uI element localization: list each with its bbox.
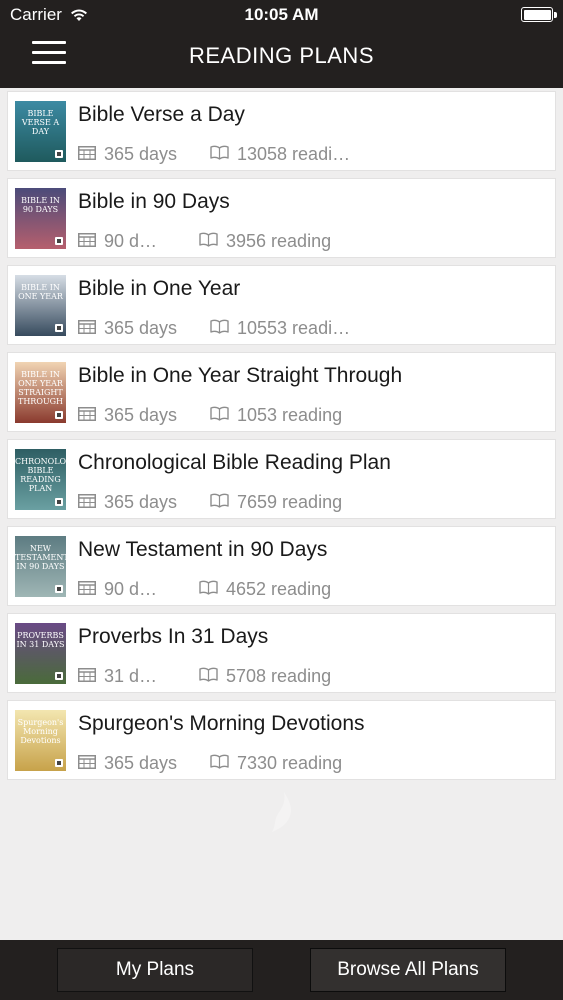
calendar-icon bbox=[78, 144, 96, 165]
plan-readers: 7659 reading bbox=[210, 492, 342, 513]
plan-days: 365 days bbox=[104, 753, 178, 773]
calendar-icon bbox=[78, 753, 96, 774]
plan-readers: 1053 reading bbox=[210, 405, 342, 426]
plan-duration: 90 d… bbox=[78, 579, 157, 600]
plan-thumbnail: Spurgeon's Morning Devotions bbox=[15, 710, 66, 771]
plan-days: 90 d… bbox=[104, 231, 158, 251]
plan-title: Proverbs In 31 Days bbox=[78, 625, 269, 648]
plan-reading-count: 10553 readi… bbox=[237, 318, 351, 338]
plan-days: 365 days bbox=[104, 318, 178, 338]
plan-card[interactable]: BIBLE IN ONE YEAR Bible in One Year 365 … bbox=[7, 265, 556, 345]
plan-reading-count: 4652 reading bbox=[226, 579, 332, 599]
plan-title: Bible in 90 Days bbox=[78, 190, 230, 213]
plan-thumbnail: BIBLE IN ONE YEAR bbox=[15, 275, 66, 336]
top-bar: Carrier 10:05 AM READING PLANS bbox=[0, 0, 563, 88]
tab-my-plans-label: My Plans bbox=[115, 959, 195, 980]
plan-title: Chronological Bible Reading Plan bbox=[78, 451, 391, 474]
plan-days: 90 d… bbox=[104, 579, 158, 599]
plan-thumbnail: NEW TESTAMENT IN 90 DAYS bbox=[15, 536, 66, 597]
tab-browse-all-plans-label: Browse All Plans bbox=[337, 959, 479, 980]
book-icon bbox=[210, 144, 229, 165]
plan-duration: 90 d… bbox=[78, 231, 157, 252]
book-icon bbox=[199, 231, 218, 252]
plan-readers: 4652 reading bbox=[199, 579, 331, 600]
plan-duration: 365 days bbox=[78, 753, 177, 774]
plan-days: 31 d… bbox=[104, 666, 158, 686]
book-icon bbox=[210, 318, 229, 339]
plan-duration: 365 days bbox=[78, 318, 177, 339]
calendar-icon bbox=[78, 492, 96, 513]
page-title: READING PLANS bbox=[189, 43, 374, 68]
calendar-icon bbox=[78, 666, 96, 687]
bottom-tab-bar: My Plans Browse All Plans bbox=[0, 940, 563, 1000]
calendar-icon bbox=[78, 318, 96, 339]
plan-title: New Testament in 90 Days bbox=[78, 538, 328, 561]
plan-reading-count: 13058 readi… bbox=[237, 144, 351, 164]
calendar-icon bbox=[78, 231, 96, 252]
plan-readers: 3956 reading bbox=[199, 231, 331, 252]
plan-title: Bible in One Year bbox=[78, 277, 241, 300]
plan-days: 365 days bbox=[104, 405, 178, 425]
plan-days: 365 days bbox=[104, 492, 178, 512]
plan-duration: 365 days bbox=[78, 405, 177, 426]
plan-duration: 365 days bbox=[78, 492, 177, 513]
plan-reading-count: 1053 reading bbox=[237, 405, 343, 425]
plan-card[interactable]: NEW TESTAMENT IN 90 DAYS New Testament i… bbox=[7, 526, 556, 606]
plan-title: Bible Verse a Day bbox=[78, 103, 245, 126]
tab-browse-all-plans[interactable]: Browse All Plans bbox=[310, 948, 506, 992]
plan-card[interactable]: CHRONOLOGICAL BIBLE READING PLAN Chronol… bbox=[7, 439, 556, 519]
plan-reading-count: 3956 reading bbox=[226, 231, 332, 251]
plan-thumbnail: CHRONOLOGICAL BIBLE READING PLAN bbox=[15, 449, 66, 510]
battery-icon bbox=[521, 7, 557, 22]
plan-thumbnail: PROVERBS IN 31 DAYS bbox=[15, 623, 66, 684]
plan-card[interactable]: BIBLE IN 90 DAYS Bible in 90 Days 90 d… … bbox=[7, 178, 556, 258]
plan-card[interactable]: PROVERBS IN 31 DAYS Proverbs In 31 Days … bbox=[7, 613, 556, 693]
book-icon bbox=[199, 579, 218, 600]
status-bar: Carrier 10:05 AM bbox=[0, 0, 563, 30]
plan-card[interactable]: Spurgeon's Morning Devotions Spurgeon's … bbox=[7, 700, 556, 780]
plan-thumbnail: BIBLE IN 90 DAYS bbox=[15, 188, 66, 249]
plan-reading-count: 7659 reading bbox=[237, 492, 343, 512]
plan-readers: 13058 readi… bbox=[210, 144, 350, 165]
calendar-icon bbox=[78, 579, 96, 600]
book-icon bbox=[199, 666, 218, 687]
plan-reading-count: 7330 reading bbox=[237, 753, 343, 773]
plan-readers: 7330 reading bbox=[210, 753, 342, 774]
plan-card[interactable]: BIBLE IN ONE YEAR STRAIGHT THROUGH Bible… bbox=[7, 352, 556, 432]
plan-thumbnail: BIBLE VERSE A DAY bbox=[15, 101, 66, 162]
plan-days: 365 days bbox=[104, 144, 178, 164]
plan-reading-count: 5708 reading bbox=[226, 666, 332, 686]
plan-readers: 10553 readi… bbox=[210, 318, 350, 339]
book-icon bbox=[210, 753, 229, 774]
tab-my-plans[interactable]: My Plans bbox=[57, 948, 253, 992]
flame-logo-icon bbox=[272, 792, 291, 832]
plan-title: Bible in One Year Straight Through bbox=[78, 364, 403, 387]
plan-card[interactable]: BIBLE VERSE A DAY Bible Verse a Day 365 … bbox=[7, 91, 556, 171]
plan-title: Spurgeon's Morning Devotions bbox=[78, 712, 365, 735]
plan-duration: 365 days bbox=[78, 144, 177, 165]
book-icon bbox=[210, 492, 229, 513]
reading-plan-list: BIBLE VERSE A DAY Bible Verse a Day 365 … bbox=[7, 91, 556, 787]
status-time: 10:05 AM bbox=[244, 5, 319, 24]
plan-duration: 31 d… bbox=[78, 666, 157, 687]
book-icon bbox=[210, 405, 229, 426]
plan-thumbnail: BIBLE IN ONE YEAR STRAIGHT THROUGH bbox=[15, 362, 66, 423]
calendar-icon bbox=[78, 405, 96, 426]
plan-readers: 5708 reading bbox=[199, 666, 331, 687]
